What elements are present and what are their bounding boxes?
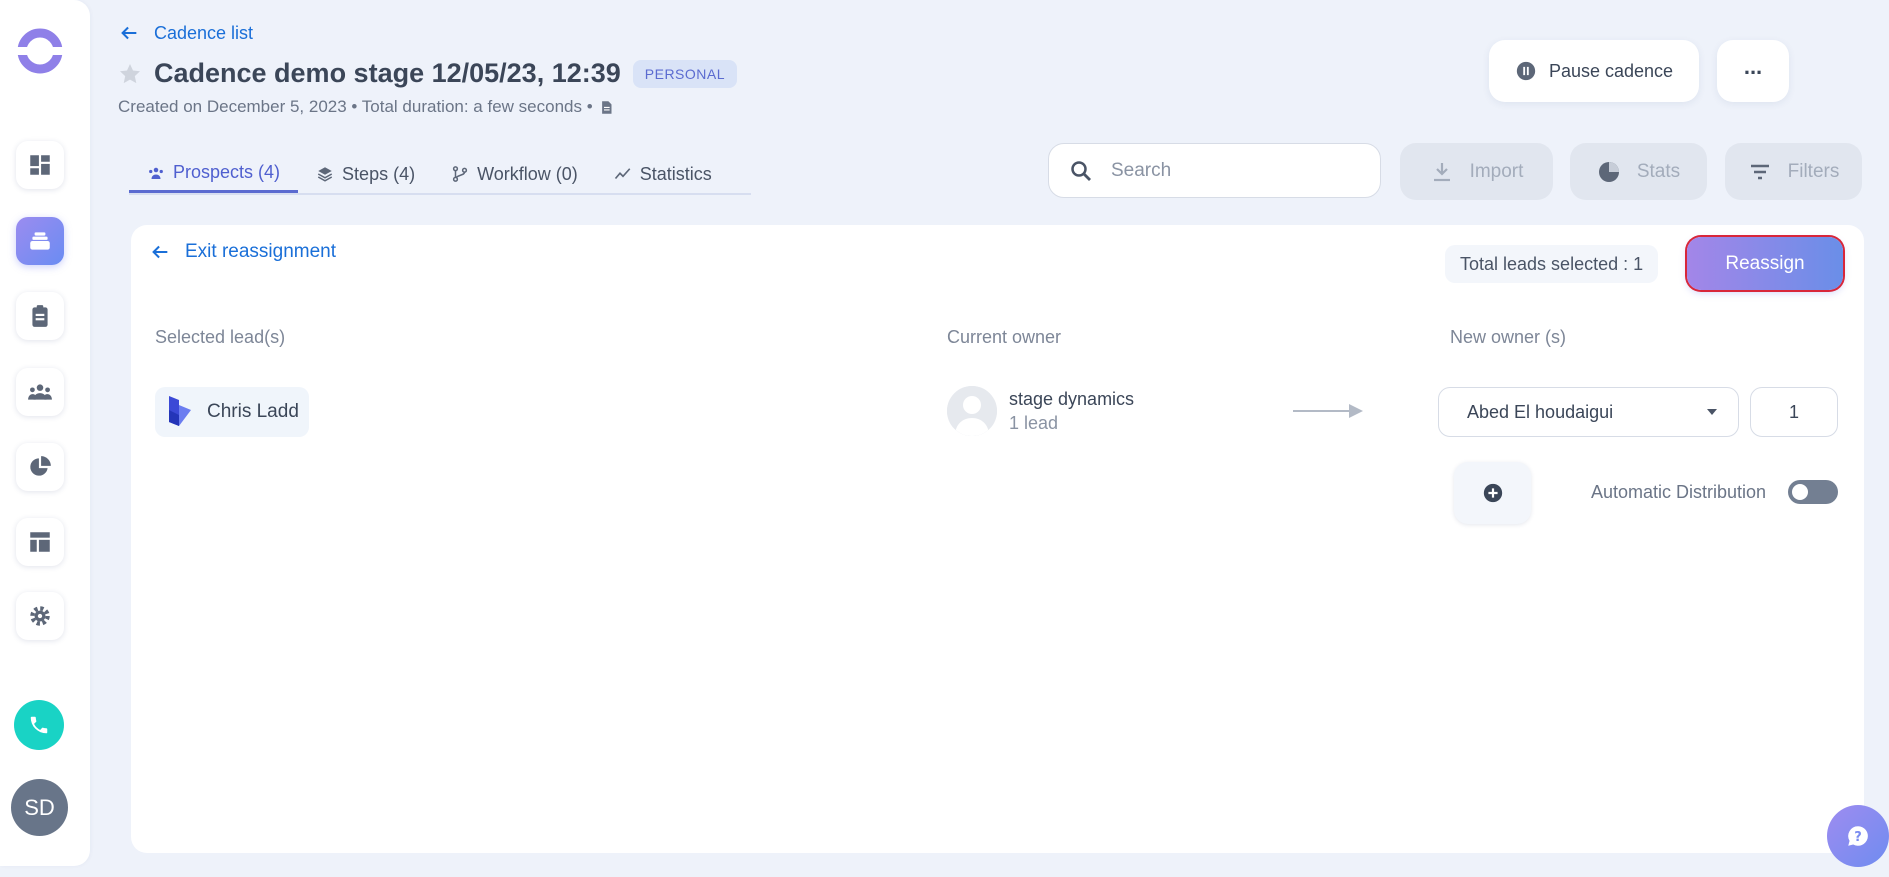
stats-button[interactable]: Stats xyxy=(1570,143,1707,200)
help-chat-button[interactable]: ? xyxy=(1827,805,1889,867)
tab-steps[interactable]: Steps (4) xyxy=(298,155,433,193)
stats-label: Stats xyxy=(1636,160,1681,182)
users-icon xyxy=(149,167,163,179)
user-avatar[interactable]: SD xyxy=(11,779,68,836)
layers-icon xyxy=(317,167,333,182)
new-owner-select[interactable]: Abed El houdaigui xyxy=(1438,387,1739,437)
tab-workflow-label: Workflow (0) xyxy=(477,163,578,184)
nav-tasks[interactable] xyxy=(16,292,64,340)
document-icon[interactable] xyxy=(599,100,614,115)
top-actions: Pause cadence ... xyxy=(1489,40,1789,102)
new-owner-header: New owner (s) xyxy=(1450,327,1567,347)
cadence-meta: Created on December 5, 2023 • Total dura… xyxy=(118,97,593,116)
svg-text:?: ? xyxy=(1854,830,1862,845)
pause-cadence-label: Pause cadence xyxy=(1548,60,1674,81)
tab-prospects-label: Prospects (4) xyxy=(173,162,281,182)
filters-button[interactable]: Filters xyxy=(1725,143,1862,200)
cadence-list-label: Cadence list xyxy=(154,22,254,43)
lead-chip[interactable]: Chris Ladd xyxy=(155,387,309,437)
chat-help-icon: ? xyxy=(1848,826,1868,846)
dynamics-logo-icon xyxy=(169,396,191,426)
phone-button[interactable] xyxy=(14,700,64,750)
selected-leads-header: Selected lead(s) xyxy=(155,327,286,347)
reassign-button[interactable]: Reassign xyxy=(1687,237,1843,290)
more-options-button[interactable]: ... xyxy=(1717,40,1789,102)
total-leads-selected: Total leads selected : 1 xyxy=(1445,245,1659,283)
filter-icon xyxy=(1750,164,1769,179)
layout-icon xyxy=(30,532,50,552)
pie-chart-icon xyxy=(30,456,51,476)
owner-avatar-icon xyxy=(947,386,997,436)
add-owner-button[interactable] xyxy=(1454,462,1531,524)
pause-icon xyxy=(1516,61,1536,81)
search-icon xyxy=(1071,160,1091,181)
arrow-left-icon xyxy=(121,26,137,40)
app-logo-icon[interactable] xyxy=(16,27,64,75)
current-owner-count: 1 lead xyxy=(1009,412,1059,433)
exit-reassignment-label: Exit reassignment xyxy=(185,241,337,262)
nav-statistics[interactable] xyxy=(16,443,64,491)
chart-line-icon xyxy=(614,168,631,180)
caret-down-icon xyxy=(1707,409,1717,415)
more-options-label: ... xyxy=(1743,54,1763,79)
arrow-left-icon xyxy=(152,245,168,259)
tab-steps-label: Steps (4) xyxy=(342,163,416,184)
sidebar: SD xyxy=(0,0,90,866)
new-owner-selected: Abed El houdaigui xyxy=(1467,401,1614,422)
team-icon xyxy=(28,384,52,400)
workflow-icon xyxy=(452,166,468,182)
gear-icon xyxy=(30,606,50,626)
import-label: Import xyxy=(1469,160,1524,182)
tab-statistics-label: Statistics xyxy=(639,163,712,184)
dashboard-icon xyxy=(30,155,50,175)
tab-statistics[interactable]: Statistics xyxy=(596,155,730,193)
pie-chart-icon xyxy=(1598,161,1619,182)
tab-prospects[interactable]: Prospects (4) xyxy=(129,155,299,193)
exit-reassignment-link[interactable]: Exit reassignment xyxy=(149,241,336,263)
nav-templates[interactable] xyxy=(16,518,64,566)
toggle-knob xyxy=(1792,484,1808,500)
import-button[interactable]: Import xyxy=(1400,143,1553,200)
tab-bar: Prospects (4) Steps (4) Workflow (0) Sta… xyxy=(129,155,751,195)
nav-cadences[interactable] xyxy=(16,217,64,265)
pause-cadence-button[interactable]: Pause cadence xyxy=(1489,40,1699,102)
tab-workflow[interactable]: Workflow (0) xyxy=(433,155,596,193)
cadence-list-link[interactable]: Cadence list xyxy=(118,18,737,48)
reassignment-panel: Exit reassignment Total leads selected :… xyxy=(131,225,1864,853)
clipboard-icon xyxy=(32,305,48,327)
current-owner-name: stage dynamics xyxy=(1009,388,1135,409)
nav-dashboard[interactable] xyxy=(16,141,64,189)
search-field[interactable]: Search xyxy=(1048,143,1381,198)
cadence-stack-icon xyxy=(30,232,50,250)
personal-badge: PERSONAL xyxy=(632,59,738,88)
automatic-distribution-label: Automatic Distribution xyxy=(1591,482,1767,502)
current-owner: stage dynamics 1 lead xyxy=(947,386,1134,436)
star-icon[interactable] xyxy=(118,62,142,86)
search-input[interactable]: Search xyxy=(1111,160,1171,182)
page-header: Cadence list Cadence demo stage 12/05/23… xyxy=(118,18,738,117)
phone-icon xyxy=(30,716,48,734)
nav-settings[interactable] xyxy=(16,592,64,640)
arrow-right-icon xyxy=(1293,404,1363,418)
plus-circle-icon xyxy=(1483,483,1502,503)
download-icon xyxy=(1433,162,1450,181)
filters-label: Filters xyxy=(1787,160,1840,182)
page-title: Cadence demo stage 12/05/23, 12:39 xyxy=(154,58,621,88)
current-owner-header: Current owner xyxy=(947,327,1062,347)
automatic-distribution-toggle[interactable] xyxy=(1788,480,1838,504)
nav-team[interactable] xyxy=(16,368,64,416)
new-owner-count-input[interactable]: 1 xyxy=(1750,387,1838,437)
lead-name: Chris Ladd xyxy=(207,401,299,422)
